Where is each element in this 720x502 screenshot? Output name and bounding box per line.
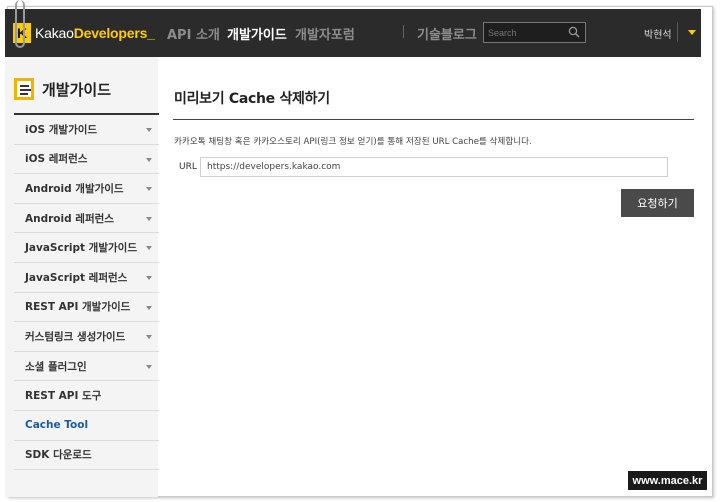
sidebar-menu: iOS 개발가이드 iOS 레퍼런스 Android 개발가이드 Android… (14, 115, 159, 471)
search-icon[interactable] (568, 26, 580, 38)
url-input[interactable] (200, 157, 668, 177)
sidebar-item-label: Android 레퍼런스 (25, 212, 114, 225)
sidebar-item-label: REST API 도구 (25, 390, 102, 403)
page-title: 미리보기 Cache 삭제하기 (174, 91, 330, 107)
sidebar-item-label: JavaScript 레퍼런스 (25, 271, 128, 284)
sidebar-title-text: 개발가이드 (42, 80, 112, 99)
sidebar-item-custom-link-guide[interactable]: 커스텀링크 생성가이드 (14, 322, 159, 352)
logo-brand: Kakao (35, 25, 74, 41)
chevron-down-icon (146, 216, 152, 221)
sidebar-item-rest-api-guide[interactable]: REST API 개발가이드 (14, 293, 159, 323)
sidebar-item-label: 소셜 플러그인 (25, 360, 87, 373)
guide-book-icon (14, 78, 34, 100)
sidebar-item-ios-guide[interactable]: iOS 개발가이드 (14, 115, 159, 145)
logo-text: KakaoDevelopers_ (35, 25, 155, 41)
kakao-developers-logo[interactable]: K KakaoDevelopers_ (13, 22, 155, 44)
chevron-down-icon (146, 364, 152, 369)
sidebar-item-android-reference[interactable]: Android 레퍼런스 (14, 204, 159, 234)
sidebar-item-label: 커스텀링크 생성가이드 (25, 330, 126, 343)
user-divider (677, 22, 678, 42)
sidebar-item-sdk-download[interactable]: SDK 다운로드 (14, 441, 159, 471)
url-label: URL (179, 162, 197, 172)
search-box (483, 22, 586, 43)
chevron-down-icon (146, 128, 152, 132)
sidebar: 개발가이드 iOS 개발가이드 iOS 레퍼런스 Android 개발가이드 A… (5, 57, 159, 497)
sidebar-item-javascript-guide[interactable]: JavaScript 개발가이드 (14, 233, 159, 263)
user-menu-caret-icon[interactable] (688, 30, 696, 35)
sidebar-item-ios-reference[interactable]: iOS 레퍼런스 (14, 145, 159, 175)
sidebar-item-label: SDK 다운로드 (25, 449, 92, 462)
search-input[interactable] (488, 25, 564, 40)
chevron-down-icon (146, 187, 152, 192)
sidebar-item-label: Android 개발가이드 (25, 182, 124, 195)
sidebar-item-label: JavaScript 개발가이드 (25, 242, 137, 255)
nav-dev-forum[interactable]: 개발자포럼 (295, 24, 355, 43)
nav-dev-guide[interactable]: 개발가이드 (227, 24, 287, 43)
paper-clip-decoration (15, 0, 25, 48)
watermark: www.mace.kr (628, 471, 707, 490)
user-name[interactable]: 박현석 (644, 26, 672, 41)
chevron-down-icon (146, 157, 152, 162)
nav-tech-blog[interactable]: 기술블로그 (417, 24, 477, 43)
sidebar-item-label: iOS 개발가이드 (25, 123, 98, 136)
sidebar-item-label: Cache Tool (25, 419, 89, 432)
sidebar-title: 개발가이드 (14, 76, 111, 102)
sidebar-item-android-guide[interactable]: Android 개발가이드 (14, 174, 159, 204)
sidebar-item-rest-api-tool[interactable]: REST API 도구 (14, 381, 159, 411)
top-header: K KakaoDevelopers_ API 소개 개발가이드 개발자포럼 기술… (5, 9, 701, 57)
nav-divider (403, 25, 404, 38)
chevron-down-icon (146, 246, 152, 251)
title-divider (173, 119, 694, 120)
submit-request-button[interactable]: 요청하기 (621, 189, 694, 217)
chevron-down-icon (146, 335, 152, 340)
page-description: 카카오톡 채팅창 혹은 카카오스토리 API(링크 정보 얻기)를 통해 저장된… (174, 137, 532, 147)
chevron-down-icon (146, 275, 152, 280)
logo-product: Developers_ (73, 25, 155, 41)
sidebar-item-cache-tool[interactable]: Cache Tool (14, 411, 159, 441)
sidebar-item-javascript-reference[interactable]: JavaScript 레퍼런스 (14, 263, 159, 293)
sidebar-item-label: REST API 개발가이드 (25, 301, 131, 314)
sidebar-item-social-plugin[interactable]: 소셜 플러그인 (14, 352, 159, 382)
nav-api-intro[interactable]: API 소개 (167, 24, 220, 43)
sidebar-item-label: iOS 레퍼런스 (25, 153, 88, 166)
chevron-down-icon (146, 305, 152, 310)
